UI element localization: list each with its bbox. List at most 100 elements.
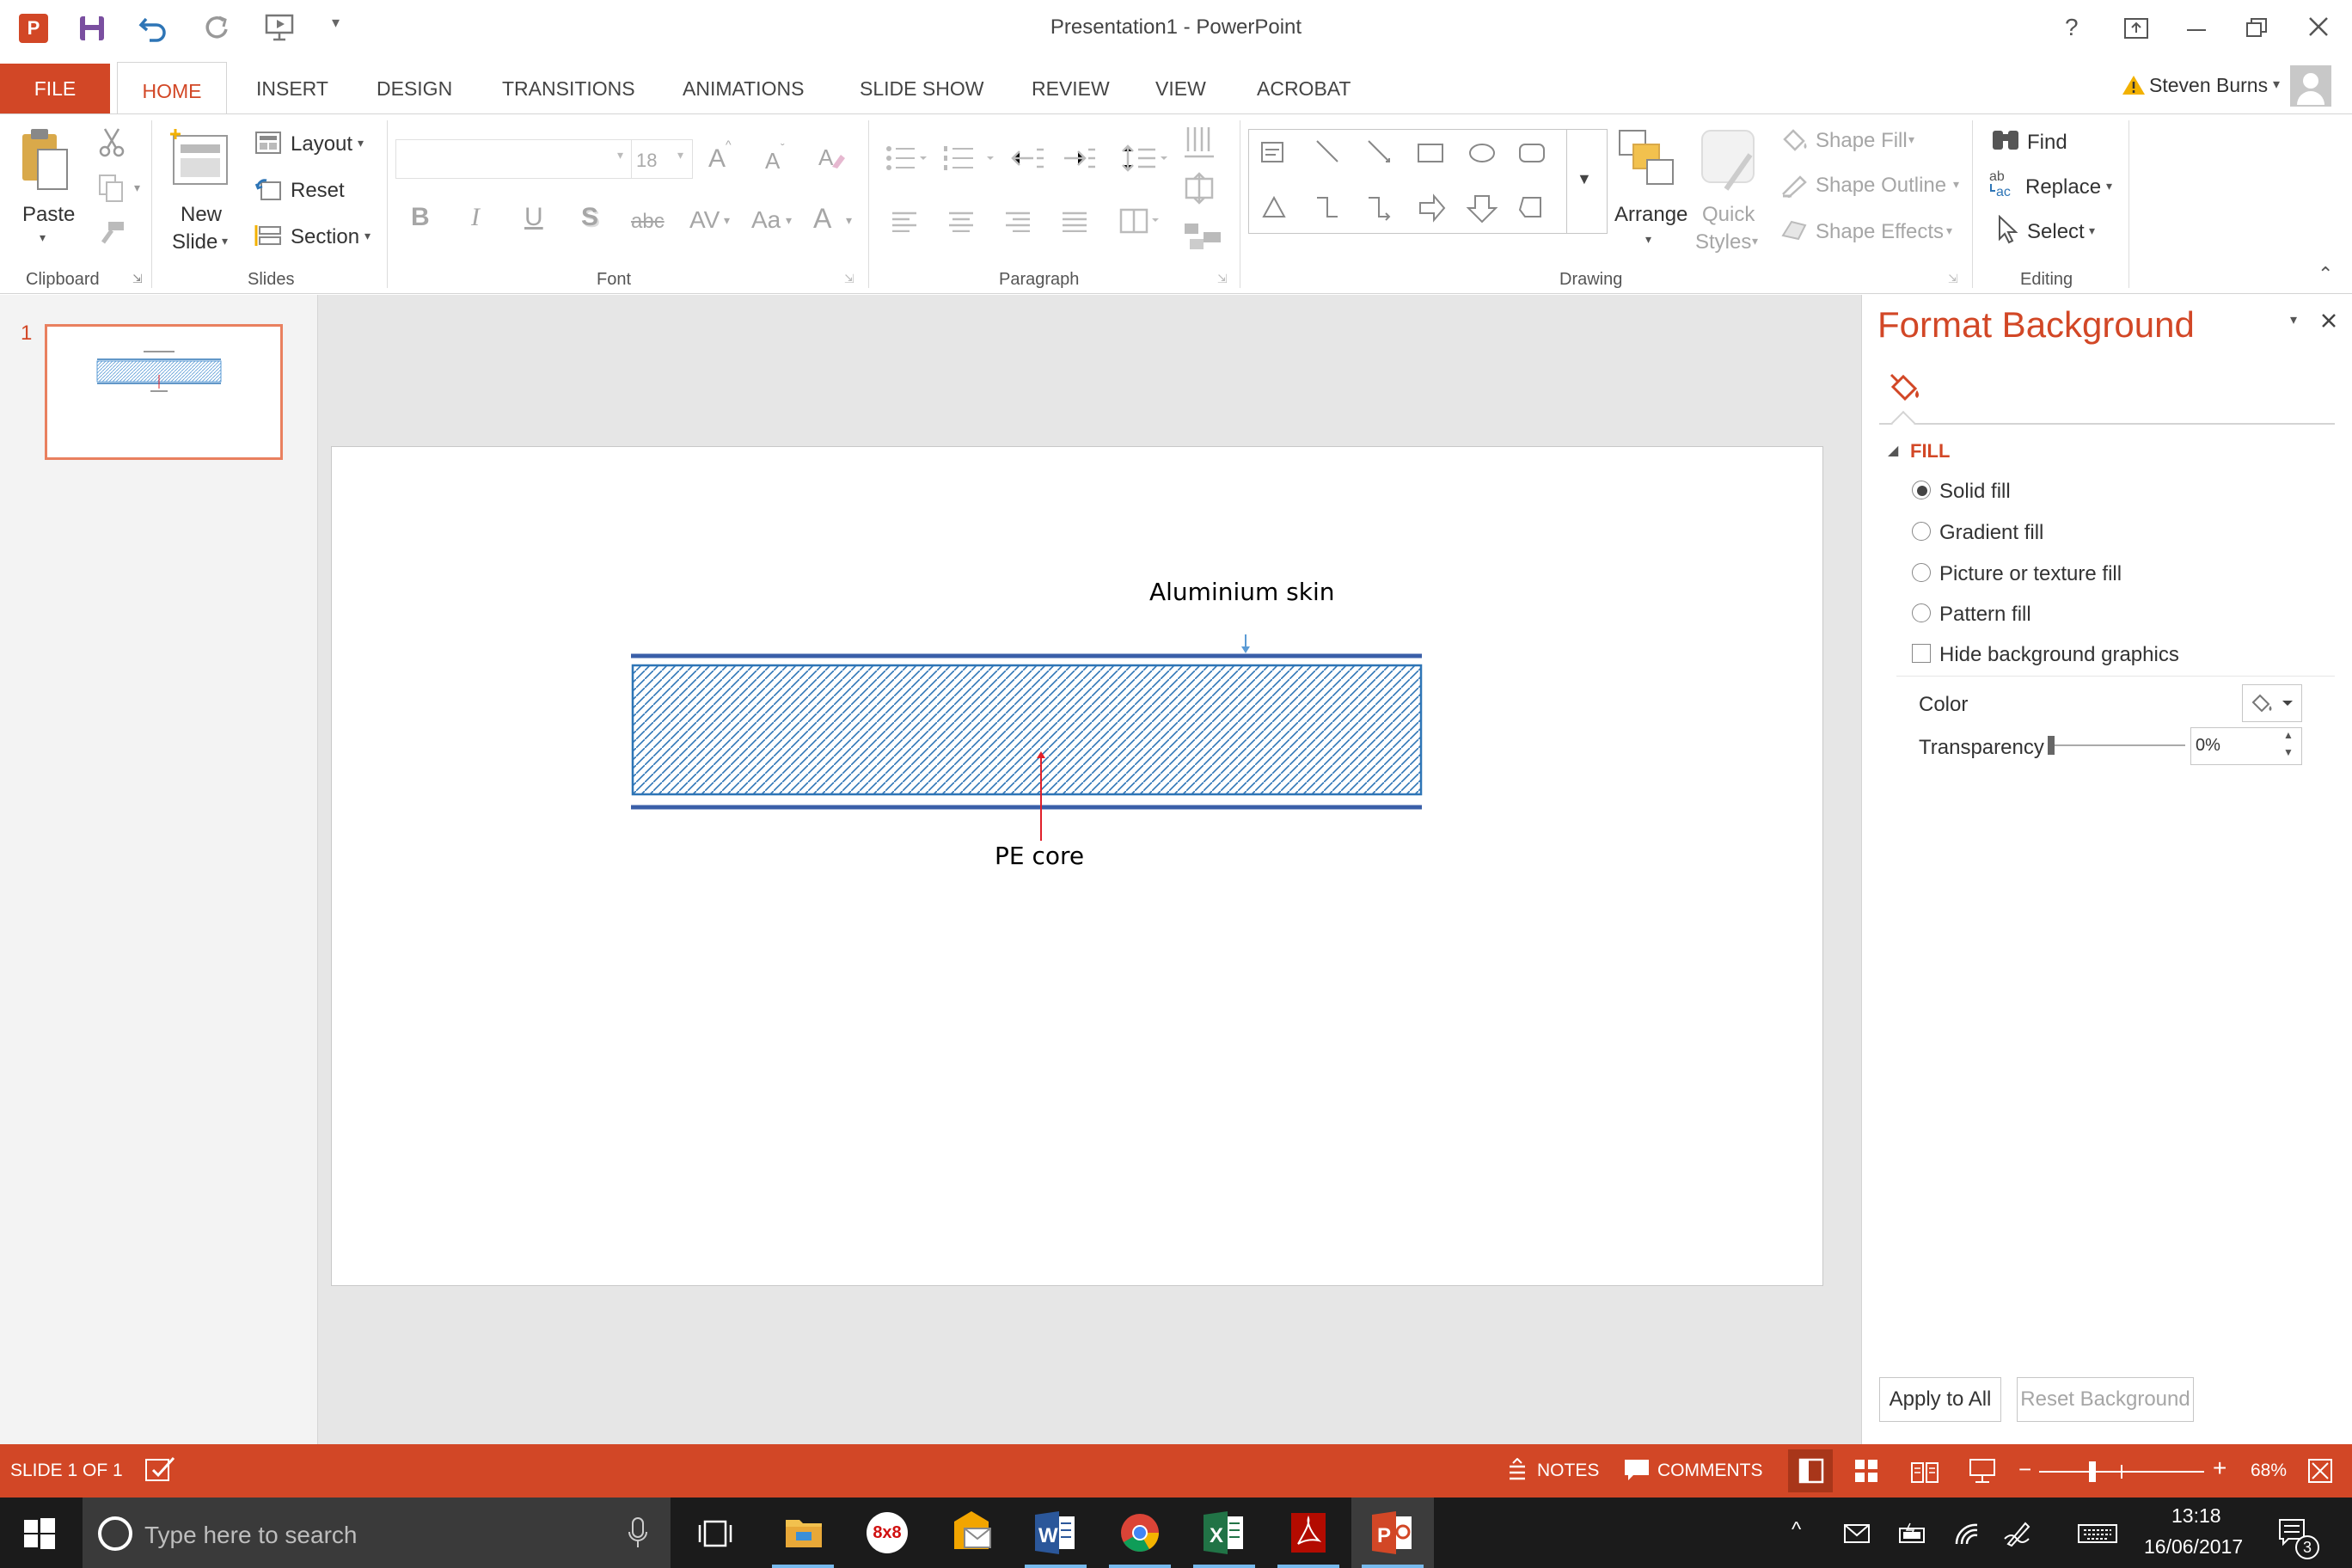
close-pane-button[interactable] — [2321, 313, 2337, 328]
shape-effects-button[interactable]: Shape Effects — [1816, 220, 1944, 244]
word-taskbar-icon[interactable]: W — [1014, 1498, 1097, 1568]
battery-tray-icon[interactable] — [1896, 1522, 1929, 1546]
quick-styles-button-line2[interactable]: Styles — [1695, 230, 1751, 254]
font-color-dropdown-icon[interactable]: ▾ — [846, 213, 852, 228]
layout-icon[interactable] — [254, 131, 282, 155]
zoom-level[interactable]: 68% — [2251, 1461, 2287, 1481]
reset-icon[interactable] — [254, 177, 282, 201]
line-spacing-icon[interactable] — [1121, 143, 1169, 174]
tab-acrobat[interactable]: ACROBAT — [1253, 60, 1354, 113]
new-slide-button[interactable]: New — [181, 203, 222, 227]
comments-icon[interactable] — [1623, 1458, 1651, 1482]
paste-dropdown-icon[interactable]: ▾ — [40, 230, 46, 245]
paste-button[interactable]: Paste — [22, 203, 75, 227]
layout-dropdown-icon[interactable]: ▾ — [358, 136, 364, 150]
minimize-button[interactable] — [2187, 29, 2206, 31]
paste-icon[interactable] — [19, 127, 70, 193]
pattern-fill-radio[interactable] — [1912, 603, 1931, 622]
gradient-fill-radio[interactable] — [1912, 522, 1931, 541]
shape-effects-dropdown-icon[interactable]: ▾ — [1946, 224, 1952, 238]
slide-sorter-view-icon[interactable] — [1853, 1458, 1879, 1484]
zoom-in-button[interactable]: + — [2213, 1455, 2226, 1482]
solid-fill-label[interactable]: Solid fill — [1939, 480, 2011, 504]
mail-tray-icon[interactable] — [1843, 1523, 1871, 1544]
tab-animations[interactable]: ANIMATIONS — [679, 60, 807, 113]
cut-icon[interactable] — [98, 127, 126, 158]
collapse-ribbon-icon[interactable]: ⌃ — [2318, 263, 2333, 285]
quick-styles-icon[interactable] — [1700, 129, 1762, 194]
hide-background-checkbox[interactable] — [1912, 644, 1931, 663]
align-center-icon[interactable] — [947, 211, 975, 232]
italic-button[interactable]: I — [471, 203, 480, 232]
acrobat-taskbar-icon[interactable] — [1267, 1498, 1350, 1568]
gradient-fill-label[interactable]: Gradient fill — [1939, 521, 2043, 545]
align-left-icon[interactable] — [891, 211, 918, 232]
powerpoint-taskbar-icon[interactable]: P — [1351, 1498, 1434, 1568]
color-picker-button[interactable] — [2242, 684, 2302, 722]
comments-button[interactable]: COMMENTS — [1657, 1461, 1763, 1481]
transparency-spin-up-icon[interactable]: ▲ — [2283, 729, 2294, 741]
arrange-dropdown-icon[interactable]: ▾ — [1645, 232, 1651, 247]
find-icon[interactable] — [1991, 126, 2020, 151]
fill-section-toggle-icon[interactable]: ◢ — [1888, 442, 1898, 459]
ribbon-display-options-icon[interactable] — [2123, 17, 2149, 40]
replace-dropdown-icon[interactable]: ▾ — [2106, 179, 2112, 193]
reset-button[interactable]: Reset — [291, 179, 345, 203]
font-size-dropdown-icon[interactable]: ▾ — [677, 148, 683, 162]
new-slide-icon[interactable] — [168, 127, 232, 187]
layout-button[interactable]: Layout — [291, 132, 352, 156]
shape-effects-icon[interactable] — [1779, 217, 1809, 242]
character-spacing-dropdown-icon[interactable]: ▾ — [724, 213, 730, 228]
find-button[interactable]: Find — [2027, 131, 2067, 155]
windows-start-icon[interactable] — [24, 1518, 55, 1549]
arrange-icon[interactable] — [1618, 129, 1683, 191]
help-button[interactable]: ? — [2065, 14, 2079, 41]
file-explorer-taskbar-icon[interactable] — [762, 1498, 844, 1568]
font-name-input[interactable] — [395, 139, 633, 179]
chrome-taskbar-icon[interactable] — [1099, 1498, 1181, 1568]
character-spacing-button[interactable]: AV — [689, 206, 720, 234]
new-slide-button-line2[interactable]: Slide — [172, 230, 217, 254]
smartart-icon[interactable] — [1183, 222, 1222, 251]
arrange-button[interactable]: Arrange — [1614, 203, 1687, 227]
picture-texture-fill-label[interactable]: Picture or texture fill — [1939, 562, 2122, 586]
microphone-icon[interactable] — [628, 1516, 648, 1549]
shrink-font-button[interactable]: A — [765, 148, 780, 175]
fit-to-window-icon[interactable] — [2307, 1458, 2333, 1484]
shape-outline-icon[interactable] — [1779, 172, 1809, 198]
select-button[interactable]: Select — [2027, 220, 2085, 244]
copy-icon[interactable] — [98, 174, 126, 203]
notes-icon[interactable] — [1506, 1458, 1528, 1482]
grow-font-button[interactable]: A — [708, 144, 726, 174]
align-text-icon[interactable] — [1183, 172, 1221, 205]
pattern-fill-label[interactable]: Pattern fill — [1939, 603, 2031, 627]
keyboard-tray-icon[interactable] — [2077, 1523, 2118, 1544]
section-dropdown-icon[interactable]: ▾ — [364, 229, 371, 243]
fill-category-icon[interactable] — [1886, 371, 1920, 404]
shape-outline-dropdown-icon[interactable]: ▾ — [1953, 177, 1959, 192]
user-dropdown-icon[interactable]: ▾ — [2273, 76, 2280, 93]
increase-indent-icon[interactable] — [1063, 146, 1097, 170]
spell-check-icon[interactable] — [144, 1456, 177, 1484]
mail-client-taskbar-icon[interactable] — [930, 1498, 1013, 1568]
shape-fill-button[interactable]: Shape Fill — [1816, 129, 1908, 153]
text-direction-icon[interactable] — [1183, 126, 1221, 160]
slide-thumbnail[interactable] — [45, 324, 283, 460]
pane-options-dropdown-icon[interactable]: ▾ — [2290, 311, 2297, 328]
hide-background-label[interactable]: Hide background graphics — [1939, 643, 2179, 667]
align-right-icon[interactable] — [1004, 211, 1032, 232]
normal-view-button[interactable] — [1788, 1449, 1833, 1492]
shape-fill-icon[interactable] — [1779, 127, 1809, 153]
tab-insert[interactable]: INSERT — [253, 60, 332, 113]
strikethrough-button[interactable]: abc — [631, 210, 665, 234]
show-hidden-icons-button[interactable]: ^ — [1792, 1518, 1801, 1542]
select-cursor-icon[interactable] — [1996, 215, 2022, 244]
reset-background-button[interactable]: Reset Background — [2017, 1377, 2194, 1422]
reading-view-icon[interactable] — [1910, 1460, 1939, 1484]
copy-dropdown-icon[interactable]: ▾ — [134, 181, 140, 195]
decrease-indent-icon[interactable] — [1011, 146, 1045, 170]
tab-view[interactable]: VIEW — [1152, 60, 1210, 113]
avatar[interactable] — [2290, 65, 2331, 107]
aluminium-skin-label[interactable]: Aluminium skin — [1149, 578, 1335, 606]
select-dropdown-icon[interactable]: ▾ — [2089, 224, 2095, 238]
